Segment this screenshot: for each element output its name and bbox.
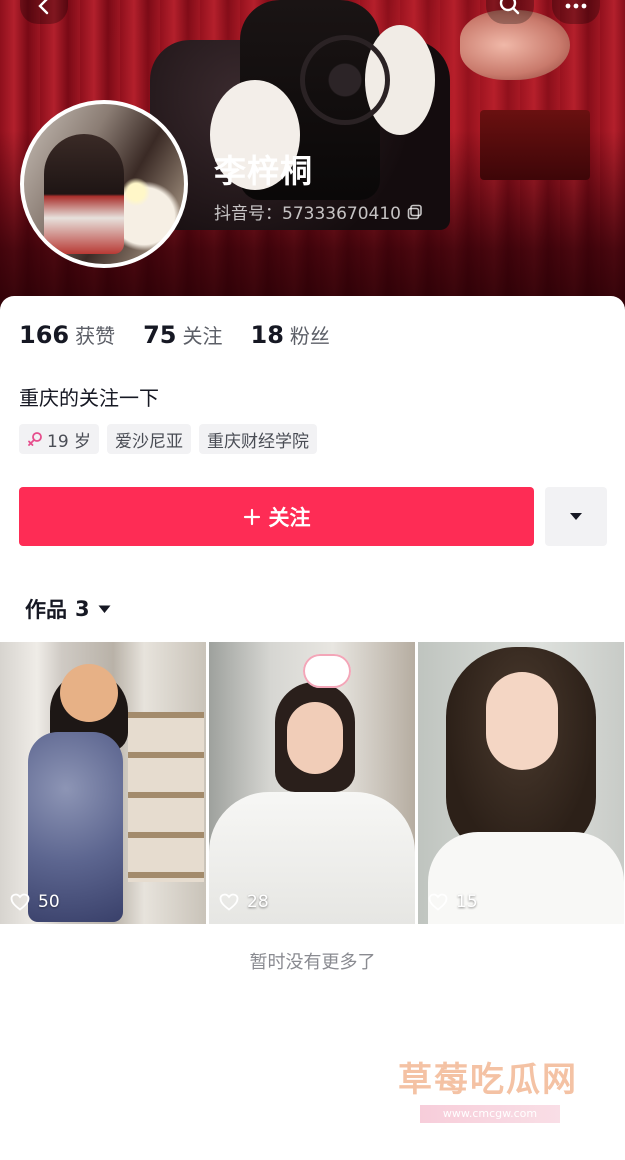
profile-tags: 19 岁 爱沙尼亚 重庆财经学院: [19, 424, 318, 454]
heart-icon: [10, 893, 30, 911]
no-more-text: 暂时没有更多了: [249, 952, 376, 973]
watermark-url: www.cmcgw.com: [420, 1105, 560, 1123]
tag-school-label: 重庆财经学院: [207, 431, 310, 452]
video-likes: 15: [428, 892, 478, 912]
video-likes: 28: [219, 892, 269, 912]
douyin-id-row[interactable]: 抖音号：57333670410: [214, 199, 423, 224]
banner-gramophone-base: [480, 110, 590, 180]
stat-followers[interactable]: 18 粉丝: [251, 320, 330, 349]
stat-followers-value: 18: [250, 321, 284, 349]
watermark: 草莓吃瓜网 www.cmcgw.com: [398, 1052, 578, 1123]
video-likes-count: 15: [456, 892, 478, 912]
more-icon: [565, 3, 587, 9]
bio: 重庆的关注一下: [19, 386, 159, 410]
douyin-id: 抖音号：57333670410: [214, 204, 401, 224]
tab-works-count: 3: [75, 597, 90, 621]
stat-likes[interactable]: 166 获赞: [19, 320, 115, 349]
stat-following[interactable]: 75 关注: [143, 320, 222, 349]
avatar[interactable]: [20, 100, 188, 268]
profile-card: 166 获赞 75 关注 18 粉丝 重庆的关注一下 19 岁 爱沙尼亚 重庆财…: [0, 296, 625, 1160]
back-button[interactable]: [20, 0, 68, 24]
back-icon: [38, 0, 49, 15]
tab-works-label: 作品: [25, 598, 67, 622]
female-icon: [28, 432, 42, 446]
video-grid: 50 28 15: [0, 642, 625, 924]
video-scene-sticker: [303, 654, 351, 688]
video-tile[interactable]: 28: [209, 642, 415, 924]
stats-row: 166 获赞 75 关注 18 粉丝: [19, 320, 330, 349]
search-icon: [499, 0, 520, 15]
search-button[interactable]: [486, 0, 534, 24]
video-scene-face: [486, 672, 558, 770]
recommend-dropdown-button[interactable]: [545, 487, 607, 546]
follow-button-label: 关注: [268, 505, 311, 530]
nickname: 李梓桐: [214, 152, 314, 190]
tab-works[interactable]: 作品 3: [25, 594, 111, 624]
video-likes-count: 50: [38, 892, 60, 912]
video-likes: 50: [10, 892, 60, 912]
avatar-photo: [44, 134, 124, 254]
caret-down-icon: [570, 513, 582, 520]
video-scene-face-sticker: [60, 664, 118, 722]
stat-likes-label: 获赞: [75, 324, 116, 348]
stat-following-label: 关注: [182, 324, 223, 348]
copy-icon[interactable]: [407, 204, 423, 220]
video-tile[interactable]: 50: [0, 642, 206, 924]
tag-location-label: 爱沙尼亚: [115, 431, 184, 452]
watermark-title: 草莓吃瓜网: [398, 1060, 578, 1100]
tag-school: 重庆财经学院: [199, 424, 318, 454]
heart-icon: [428, 893, 448, 911]
stat-followers-label: 粉丝: [289, 324, 330, 348]
tag-age: 19 岁: [19, 424, 100, 454]
video-scene-shelf: [128, 712, 204, 882]
plus-icon: [243, 508, 260, 525]
banner-microphone: [300, 35, 390, 125]
heart-icon: [219, 893, 239, 911]
stat-following-value: 75: [143, 321, 177, 349]
video-scene-face: [287, 702, 343, 774]
tag-location: 爱沙尼亚: [107, 424, 192, 454]
caret-down-icon: [98, 605, 111, 613]
tag-age-label: 19 岁: [47, 431, 92, 452]
stat-likes-value: 166: [19, 321, 70, 349]
follow-button[interactable]: 关注: [19, 487, 534, 546]
video-likes-count: 28: [247, 892, 269, 912]
more-button[interactable]: [552, 0, 600, 24]
video-tile[interactable]: 15: [418, 642, 624, 924]
